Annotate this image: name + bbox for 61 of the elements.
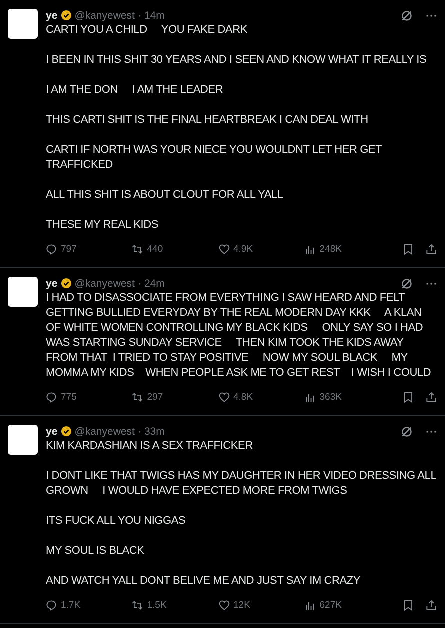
reply-icon [46, 244, 57, 254]
post-text: ALL THIS SHIT IS ABOUT CLOUT FOR ALL YALL [46, 188, 284, 203]
post-text: CARTI IF NORTH WAS YOUR NIECE YOU WOULDNT LET HER GET TRAFFICKED [46, 143, 384, 173]
bookmark-icon[interactable] [403, 244, 414, 254]
share-icon[interactable] [426, 244, 437, 254]
post-text: I DONT LIKE THAT TWIGS HAS MY DAUGHTER IN HER VIDEO DRESSING ALL GROWN I WOULD HAVE EXPECTED MORE FROM TWIGS [46, 469, 437, 499]
post-text: CARTI YOU A CHILD YOU FAKE DARK [46, 23, 248, 38]
reply-button[interactable]: 775 [46, 392, 132, 402]
bar-chart-icon [304, 600, 316, 610]
bookmark-icon[interactable] [403, 600, 414, 610]
reply-icon [46, 600, 57, 610]
post-text: ITS FUCK ALL YOU NIGGAS [46, 514, 187, 529]
like-button[interactable]: 4.8K [218, 392, 305, 402]
post-text: AND WATCH YALL DONT BELIVE ME AND JUST SAY IM CRAZY [46, 574, 362, 589]
separator-dot: · [138, 426, 142, 438]
heart-icon [218, 392, 230, 402]
repost-icon [132, 600, 144, 610]
heart-icon [218, 600, 230, 610]
display-name[interactable]: ye [46, 278, 58, 290]
post-text: THESE MY REAL KIDS [46, 218, 160, 233]
reply-button[interactable]: 797 [46, 244, 132, 254]
handle[interactable]: @kanyewest [74, 426, 135, 438]
handle[interactable]: @kanyewest [74, 10, 135, 22]
views-button[interactable]: 363K [304, 392, 391, 402]
display-name[interactable]: ye [46, 426, 58, 438]
separator-dot: · [138, 278, 142, 290]
display-name[interactable]: ye [46, 10, 58, 22]
post-text: I AM THE DON I AM THE LEADER [46, 83, 224, 98]
post-time[interactable]: 24m [144, 278, 165, 290]
post-text: I HAD TO DISASSOCIATE FROM EVERYTHING I SAW HEARD AND FELT GETTING BULLIED EVERYDAY BY THE REAL MODERN DAY KKK A KLAN OF WHITE WOMEN CONTROLLING MY BLACK KIDS ONLY SAY SO I HAD WAS STARTING SUNDAY SERVICE THEN KIM TOOK THE KIDS AWAY FROM THAT I TRIED TO STAY POSITIVE NOW MY SOUL BLACK MY MOMMA MY KIDS WHEN PEOPLE ASK ME TO GET REST I WISH I COULD [46, 291, 432, 381]
bar-chart-icon [304, 392, 316, 402]
more-icon[interactable] [426, 14, 437, 18]
post-text: MY SOUL IS BLACK [46, 544, 146, 559]
repost-icon [132, 392, 144, 402]
slashed-circle-icon[interactable] [401, 10, 413, 22]
like-button[interactable]: 4.9K [218, 244, 305, 254]
repost-button[interactable]: 1.5K [132, 600, 218, 610]
bar-chart-icon [304, 244, 316, 254]
post-time[interactable]: 33m [144, 426, 165, 438]
views-button[interactable]: 248K [304, 244, 391, 254]
post-text: KIM KARDASHIAN IS A SEX TRAFFICKER [46, 439, 254, 454]
post-text: I BEEN IN THIS SHIT 30 YEARS AND I SEEN AND KNOW WHAT IT REALLY IS [46, 53, 428, 68]
share-icon[interactable] [426, 600, 437, 610]
separator-dot: · [138, 10, 142, 22]
post-text: THIS CARTI SHIT IS THE FINAL HEARTBREAK I CAN DEAL WITH [46, 113, 370, 128]
slashed-circle-icon[interactable] [401, 426, 413, 438]
repost-button[interactable]: 297 [132, 392, 218, 402]
post-time[interactable]: 14m [144, 10, 165, 22]
views-button[interactable]: 627K [304, 600, 391, 610]
share-icon[interactable] [426, 392, 437, 402]
repost-icon [132, 244, 144, 254]
reply-button[interactable]: 1.7K [46, 600, 132, 610]
like-button[interactable]: 12K [218, 600, 305, 610]
more-icon[interactable] [426, 430, 437, 434]
slashed-circle-icon[interactable] [401, 278, 413, 290]
bookmark-icon[interactable] [403, 392, 414, 402]
reply-icon [46, 392, 57, 402]
repost-button[interactable]: 440 [132, 244, 218, 254]
more-icon[interactable] [426, 282, 437, 286]
heart-icon [218, 244, 230, 254]
handle[interactable]: @kanyewest [74, 278, 135, 290]
